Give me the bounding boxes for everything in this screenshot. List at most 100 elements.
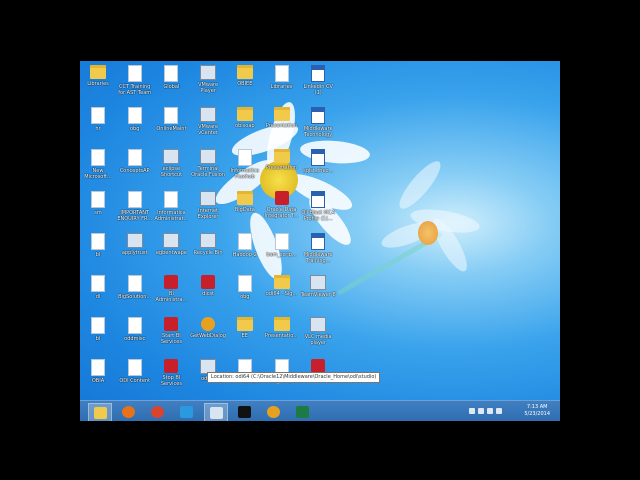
- desktop-icon[interactable]: VMware vCenter: [190, 107, 226, 136]
- desktop-icon[interactable]: BigSolution...: [117, 275, 153, 300]
- tray-volume-icon[interactable]: [487, 408, 493, 414]
- desktop-icon[interactable]: bl: [80, 233, 116, 258]
- desktop-icon[interactable]: New Microsoft...: [80, 149, 116, 180]
- desktop-icon-label: egbentwape: [155, 250, 187, 256]
- folder-icon: [236, 191, 253, 205]
- desktop-icon-label: Informatica Administrat...: [154, 210, 189, 222]
- desktop-icon[interactable]: TeamViewer 8: [300, 275, 336, 298]
- app-icon: [310, 275, 327, 290]
- desktop-icon[interactable]: Oracle Data Integrator T...: [264, 191, 300, 219]
- taskbar-getwebdialog-button[interactable]: [262, 403, 284, 420]
- desktop-icon[interactable]: ODI Content: [117, 359, 153, 384]
- desktop-icon[interactable]: Linkedin CV (1): [300, 65, 336, 96]
- app-icon: [163, 233, 180, 248]
- desktop-icon[interactable]: EE: [227, 317, 263, 339]
- desktop-icon[interactable]: Informatica Fluxhub: [227, 149, 263, 180]
- desktop-icon[interactable]: odi64 - Sig...: [264, 275, 300, 297]
- desktop-icon[interactable]: ConceptsAP: [117, 149, 153, 174]
- doc-icon: [91, 275, 105, 292]
- desktop-icon[interactable]: obg: [227, 275, 263, 300]
- desktop-icon[interactable]: Presentation: [264, 107, 300, 129]
- desktop-icon[interactable]: Libraries: [80, 65, 116, 87]
- taskbar-chrome-button[interactable]: [146, 403, 168, 420]
- desktop-icon-label: sqlst_theo...: [303, 168, 334, 174]
- desktop-icon[interactable]: Informatica Administrat...: [153, 191, 189, 222]
- desktop-icon[interactable]: Terminal Oracle Fusion: [190, 149, 226, 178]
- desktop-icon-label: ODI Content: [119, 378, 151, 384]
- desktop-icon[interactable]: Start BI Services: [153, 317, 189, 345]
- desktop-icon[interactable]: CCT Training for AST Team: [117, 65, 153, 96]
- wallpaper-petal: [393, 156, 447, 214]
- taskbar-command-prompt-button[interactable]: [233, 403, 255, 420]
- taskbar-file-explorer-button[interactable]: [88, 403, 112, 421]
- desktop-icon[interactable]: Libraries: [264, 65, 300, 90]
- desktop-icon[interactable]: Presentation: [264, 149, 300, 171]
- desktop-icon-label: VMware vCenter: [198, 124, 219, 136]
- desktop-icon[interactable]: OnlineMaint: [153, 107, 189, 132]
- desktop-icon[interactable]: BigData: [227, 191, 263, 213]
- docw-icon: [311, 107, 326, 124]
- desktop-icon[interactable]: oddmisc: [117, 317, 153, 342]
- tray-battery-icon[interactable]: [496, 408, 502, 414]
- desktop-icon[interactable]: BI Administra...: [153, 275, 189, 303]
- doc-icon: [164, 65, 179, 82]
- desktop-icon[interactable]: bl: [80, 317, 116, 342]
- desktop-icon[interactable]: Middleware Technology: [300, 107, 336, 138]
- desktop-icon[interactable]: Global: [153, 65, 189, 90]
- desktop-icon[interactable]: VLC media player: [300, 317, 336, 346]
- desktop-icon[interactable]: hr: [80, 107, 116, 132]
- desktop-icon[interactable]: Recycle Bin: [190, 233, 226, 256]
- desktop-icon[interactable]: OBIEE: [227, 65, 263, 87]
- doc-icon: [127, 275, 142, 292]
- desktop-icon-label: VLC media player: [304, 334, 332, 346]
- doc-icon: [91, 317, 105, 334]
- desktop-icon[interactable]: Hadoop-2: [227, 233, 263, 258]
- desktop-icon[interactable]: GetWebDialog: [190, 317, 226, 339]
- desktop-icon[interactable]: bam_scrip...: [264, 233, 300, 258]
- desktop-icon[interactable]: Oil Blast MCA Profile (1)...: [300, 191, 336, 222]
- desktop-icon-label: applytrust: [121, 250, 148, 256]
- tray-flag-icon[interactable]: [469, 408, 475, 414]
- desktop-icon-label: Presentation: [265, 123, 298, 129]
- desktop-icon[interactable]: Presentatio...: [264, 317, 300, 339]
- redapp-icon: [311, 359, 326, 373]
- desktop-icon[interactable]: VMware Player: [190, 65, 226, 94]
- desktop-icon-label: sm: [94, 210, 102, 216]
- orangeapp-icon: [201, 317, 216, 331]
- desktop-icon[interactable]: Stop BI Services: [153, 359, 189, 387]
- desktop-icon-label: Oil Blast MCA Profile (1)...: [301, 210, 335, 222]
- folder-icon: [273, 317, 290, 331]
- desktop-icon[interactable]: dicst: [190, 275, 226, 297]
- desktop-icon[interactable]: Middleware Training...: [300, 233, 336, 264]
- folder-icon: [90, 65, 106, 79]
- desktop-icon[interactable]: obg: [117, 107, 153, 132]
- desktop-icon-label: bl: [95, 252, 101, 258]
- docw-icon: [311, 149, 326, 166]
- desktop-icon[interactable]: obisoap: [227, 107, 263, 129]
- desktop-icon-label: Internet Explorer: [197, 208, 219, 220]
- doc-icon: [127, 359, 142, 376]
- desktop-icon[interactable]: OBIA: [80, 359, 116, 384]
- desktop-icon-label: Presentation: [265, 165, 298, 171]
- tray-network-icon[interactable]: [478, 408, 484, 414]
- taskbar-excel-button[interactable]: [291, 403, 313, 420]
- desktop-icon[interactable]: eclipse Shortcut: [153, 149, 189, 178]
- desktop-icon[interactable]: IMPORTANT ENQUIRY FR...: [117, 191, 153, 222]
- desktop-icon[interactable]: dl: [80, 275, 116, 300]
- taskbar-odi-button[interactable]: [204, 403, 228, 421]
- taskbar-clock[interactable]: 7:13 AM 5/23/2014: [524, 404, 550, 418]
- desktop-icon[interactable]: sm: [80, 191, 116, 216]
- desktop-icon[interactable]: egbentwape: [153, 233, 189, 256]
- desktop-icon-label: New Microsoft...: [84, 168, 112, 180]
- app-icon: [200, 233, 217, 248]
- taskbar-internet-explorer-button[interactable]: [175, 403, 197, 420]
- desktop-icon[interactable]: applytrust: [117, 233, 153, 256]
- taskbar-firefox-button[interactable]: [117, 403, 139, 420]
- doc-icon: [164, 191, 179, 208]
- desktop-icon-label: Stop BI Services: [160, 375, 182, 387]
- desktop-icon[interactable]: Internet Explorer: [190, 191, 226, 220]
- desktop-icon[interactable]: sqlst_theo...: [300, 149, 336, 174]
- internet-explorer-icon: [179, 405, 193, 418]
- desktop-icon-label: eclipse Shortcut: [160, 166, 183, 178]
- desktop-icon-label: IMPORTANT ENQUIRY FR...: [117, 210, 153, 222]
